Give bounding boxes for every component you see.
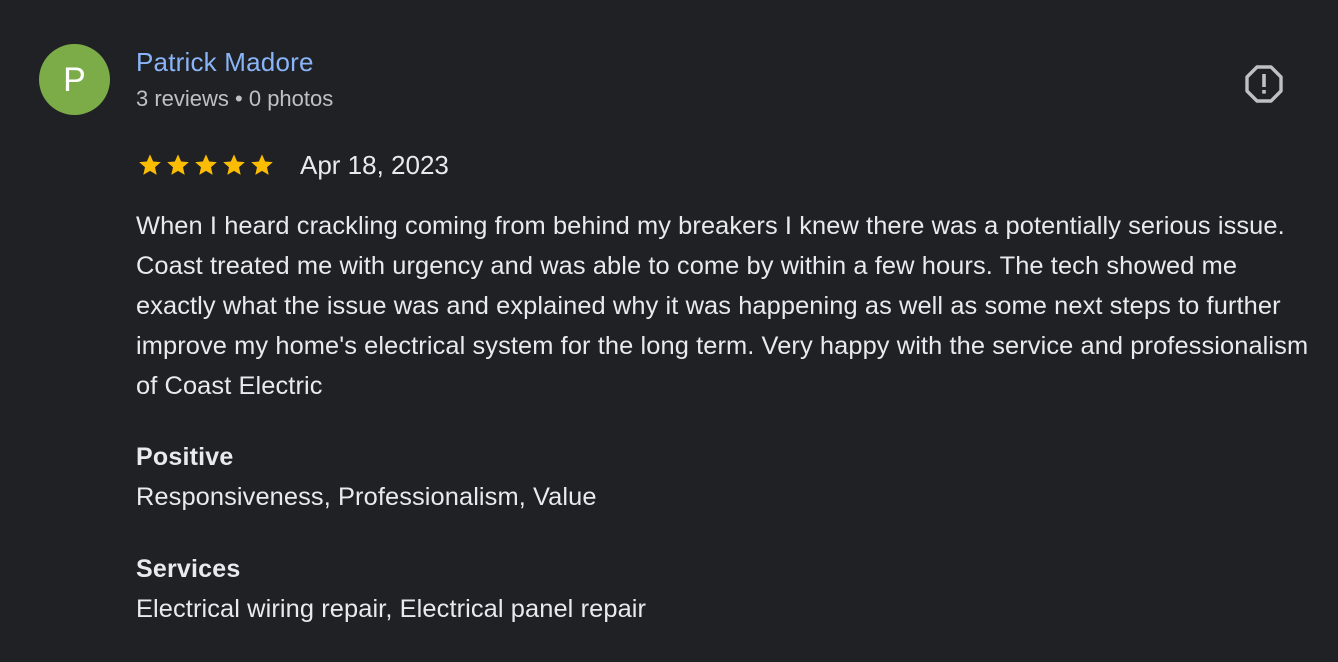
star-rating [136, 152, 276, 178]
positive-section: Positive Responsiveness, Professionalism… [136, 437, 597, 517]
positive-title: Positive [136, 443, 234, 471]
review-date: Apr 18, 2023 [300, 150, 449, 180]
rating-row: Apr 18, 2023 [136, 148, 449, 182]
star-icon [223, 154, 245, 175]
reviewer-meta: 3 reviews • 0 photos [136, 86, 334, 111]
reviewer-name-link[interactable]: Patrick Madore [136, 46, 314, 78]
services-section: Services Electrical wiring repair, Elect… [136, 549, 646, 629]
star-icon [195, 154, 217, 175]
positive-value: Responsiveness, Professionalism, Value [136, 483, 597, 511]
report-flag-icon [1245, 65, 1283, 103]
report-review-button[interactable] [1241, 62, 1287, 106]
star-icon [139, 154, 161, 175]
avatar-initial: P [63, 60, 86, 99]
services-value: Electrical wiring repair, Electrical pan… [136, 595, 647, 623]
review-card: P Patrick Madore 3 reviews • 0 photos Ap… [0, 0, 1338, 662]
services-title: Services [136, 555, 241, 583]
star-icon [167, 154, 189, 175]
star-icon [251, 154, 273, 175]
review-text: When I heard crackling coming from behin… [136, 212, 1309, 400]
avatar[interactable]: P [39, 44, 110, 115]
